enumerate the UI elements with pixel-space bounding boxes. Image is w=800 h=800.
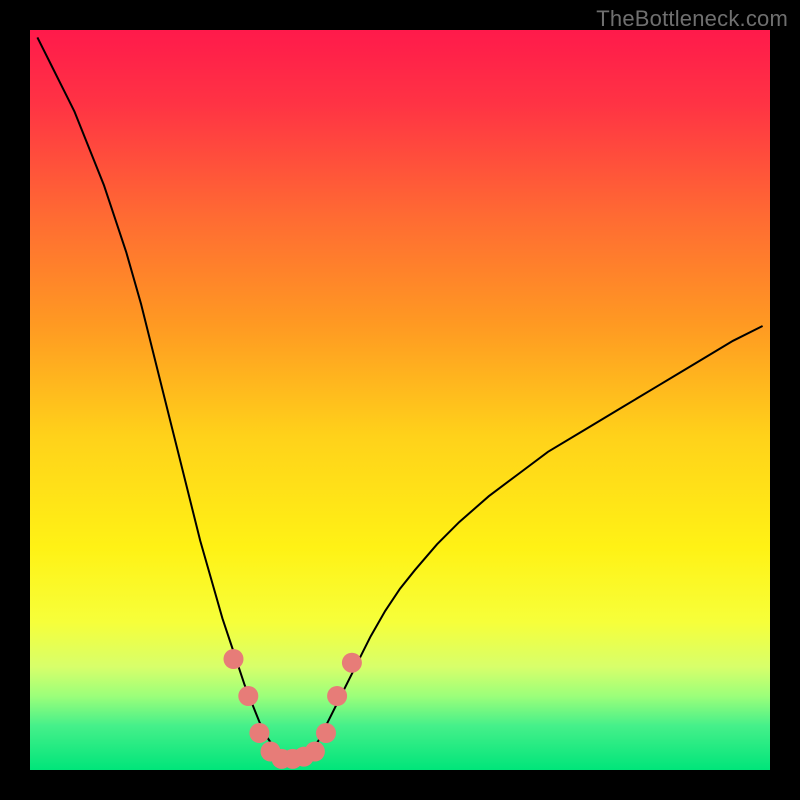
- bottleneck-chart: [30, 30, 770, 770]
- valley-node: [238, 686, 258, 706]
- valley-node: [327, 686, 347, 706]
- plot-area: [30, 30, 770, 770]
- watermark-text: TheBottleneck.com: [596, 6, 788, 32]
- gradient-background: [30, 30, 770, 770]
- chart-frame: TheBottleneck.com: [0, 0, 800, 800]
- valley-node: [249, 723, 269, 743]
- valley-node: [224, 649, 244, 669]
- valley-node: [305, 742, 325, 762]
- valley-node: [342, 653, 362, 673]
- valley-node: [316, 723, 336, 743]
